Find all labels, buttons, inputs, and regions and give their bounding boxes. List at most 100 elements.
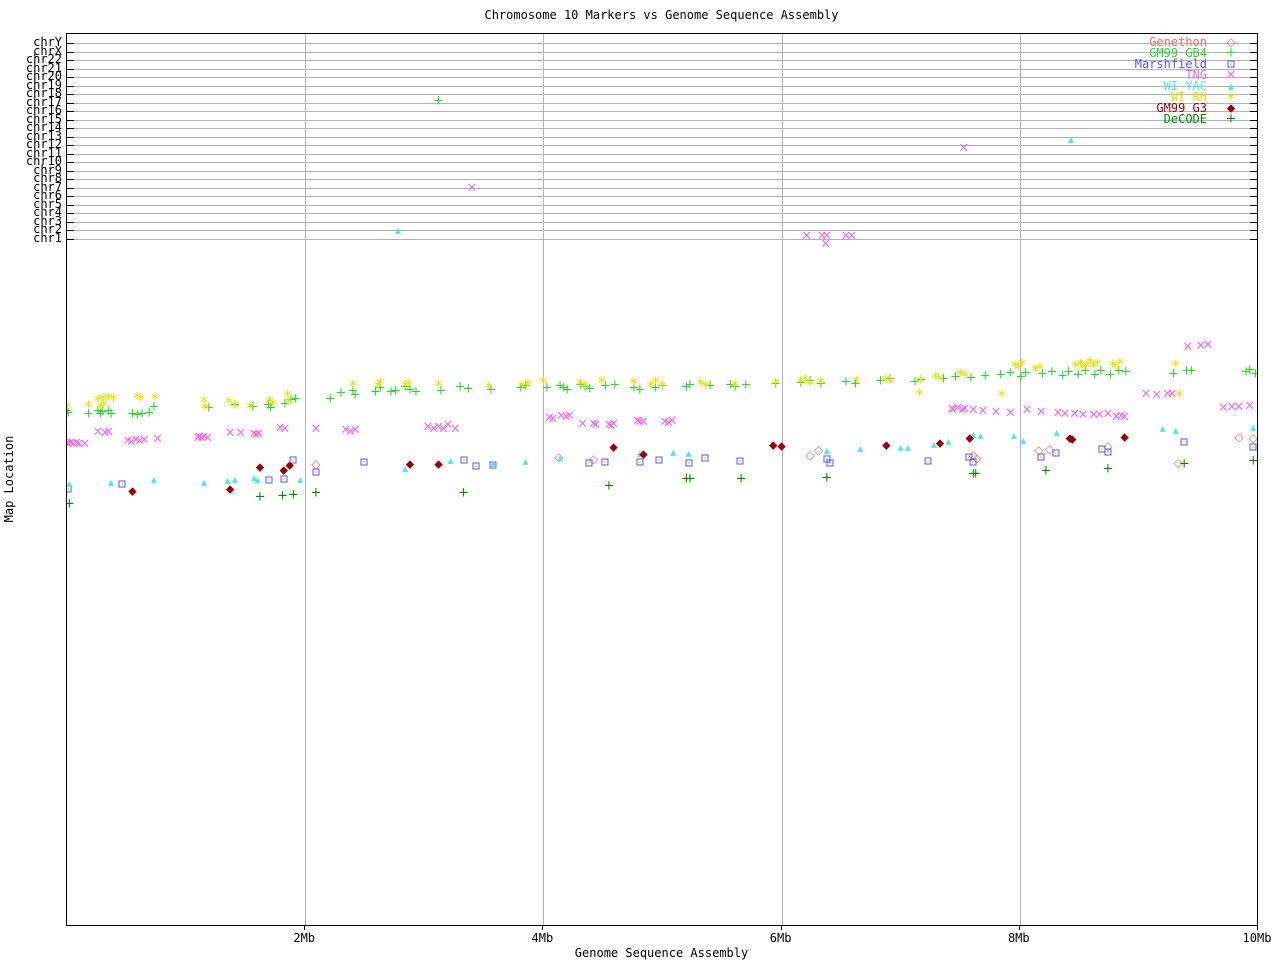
data-point: ▴ xyxy=(1053,425,1060,439)
y-tick-right xyxy=(1250,179,1257,181)
data-point: * xyxy=(375,374,385,395)
y-tick-right xyxy=(1250,68,1257,70)
data-point xyxy=(736,457,744,465)
data-point: ▴ xyxy=(1010,428,1017,442)
x-tick-mark xyxy=(1018,925,1020,930)
data-point: * xyxy=(150,389,160,410)
y-tick-right xyxy=(1250,187,1257,189)
data-point: ▴ xyxy=(1250,420,1257,434)
data-point: * xyxy=(200,399,210,420)
x-tick-label: 8Mb xyxy=(1007,931,1030,945)
data-point: × xyxy=(637,414,649,430)
data-point: + xyxy=(1178,456,1190,472)
data-point: + xyxy=(603,478,615,494)
data-point: * xyxy=(730,376,740,397)
data-point: ◆ xyxy=(769,438,778,452)
data-point: × xyxy=(577,416,589,432)
data-point: ◆ xyxy=(255,460,265,474)
data-point: * xyxy=(852,372,861,393)
data-point: + xyxy=(609,377,621,393)
data-point: + xyxy=(561,382,573,398)
data-point xyxy=(969,458,977,466)
data-point: * xyxy=(230,397,240,418)
data-point: ▴ xyxy=(1172,423,1179,437)
data-point: * xyxy=(484,378,493,399)
data-point: + xyxy=(287,487,299,503)
y-tick-left xyxy=(67,196,74,198)
data-point: + xyxy=(1247,453,1258,469)
y-tick-right xyxy=(1250,128,1257,130)
y-tick-left xyxy=(67,179,74,181)
y-tick-right xyxy=(1250,43,1257,44)
data-point: ▴ xyxy=(108,475,115,489)
data-point: ▴ xyxy=(670,445,677,459)
y-tick-right xyxy=(1250,51,1257,53)
chromosome-gridline xyxy=(67,170,1257,172)
data-point: × xyxy=(1004,405,1016,421)
data-point: * xyxy=(629,374,639,395)
data-point: * xyxy=(658,377,667,398)
data-point: ◆ xyxy=(405,457,415,471)
data-point xyxy=(265,476,273,484)
data-point xyxy=(655,456,663,464)
data-point: * xyxy=(816,373,826,394)
data-point: * xyxy=(1017,355,1027,376)
data-point: * xyxy=(84,397,93,418)
data-point: + xyxy=(979,368,991,384)
y-tick-right xyxy=(1250,204,1257,206)
data-point xyxy=(585,459,593,467)
data-point: × xyxy=(1233,399,1245,415)
x-tick-label: 6Mb xyxy=(769,931,792,945)
data-point xyxy=(1249,443,1257,451)
x-tick-mark xyxy=(1257,925,1258,930)
data-point: * xyxy=(885,373,895,394)
data-point: + xyxy=(735,471,747,487)
data-point: × xyxy=(846,228,858,244)
x-tick-label: 2Mb xyxy=(293,931,316,945)
plot-area: ◇ ◇ ◇ ◇ ◇ ◇ ◇ ◇ ◇ ◇ ◇ ◇ ◇ + + + + + + + + + + + + + + + + + + + + + + + + + + +… xyxy=(66,33,1258,926)
data-point: ▴ xyxy=(395,223,402,237)
chromosome-gridline xyxy=(67,221,1257,223)
data-point: * xyxy=(246,398,255,419)
data-point: ▴ xyxy=(857,441,864,455)
data-point: ◆ xyxy=(639,447,648,461)
data-point: + xyxy=(684,377,696,393)
chart-title: Chromosome 10 Markers vs Genome Sequence… xyxy=(484,8,839,22)
data-point: * xyxy=(1115,354,1125,375)
data-point: ▴ xyxy=(297,472,304,486)
data-point: × xyxy=(820,236,832,252)
data-point: ▴ xyxy=(150,472,157,486)
data-point: ▴ xyxy=(522,454,529,468)
data-point: * xyxy=(771,374,780,395)
legend-item-marker: + xyxy=(1225,111,1237,127)
legend-item-marker xyxy=(1227,60,1235,68)
y-tick-right xyxy=(1250,153,1257,155)
data-point: × xyxy=(310,421,322,437)
data-point: ▴ xyxy=(490,456,497,470)
data-point: × xyxy=(990,404,1002,420)
data-point: + xyxy=(740,377,752,393)
data-point: * xyxy=(960,367,970,388)
chromosome-gridline xyxy=(67,128,1257,130)
data-point: + xyxy=(1250,368,1257,381)
data-point xyxy=(1052,449,1060,457)
data-point: × xyxy=(138,432,150,448)
y-tick-left xyxy=(67,239,74,240)
y-tick-right xyxy=(1250,111,1257,113)
data-point: × xyxy=(279,421,291,437)
data-point: * xyxy=(67,400,71,418)
y-tick-left xyxy=(67,102,74,104)
data-point: * xyxy=(597,373,607,394)
data-point: * xyxy=(701,377,710,398)
data-point: * xyxy=(1035,359,1045,380)
data-point: ▴ xyxy=(1159,421,1166,435)
y-tick-right xyxy=(1250,60,1257,62)
y-tick-left xyxy=(67,111,74,113)
data-point: * xyxy=(348,376,358,397)
data-point: + xyxy=(1040,463,1052,479)
data-point: ◆ xyxy=(777,439,786,453)
data-point: × xyxy=(224,425,236,441)
y-tick-label: chr1 xyxy=(33,231,62,245)
data-point: * xyxy=(934,370,944,391)
y-tick-right xyxy=(1250,230,1257,232)
